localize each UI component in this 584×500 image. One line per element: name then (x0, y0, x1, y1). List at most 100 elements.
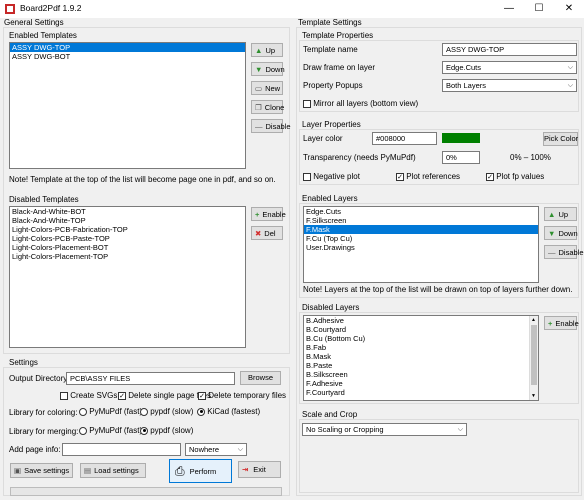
template-disable-button[interactable]: — Disable (251, 119, 291, 133)
checkbox-checked-icon: ✓ (486, 172, 494, 181)
radio-selected-icon (197, 407, 205, 416)
output-directory-input[interactable]: PCB\ASSY FILES (66, 372, 235, 385)
pick-color-button[interactable]: Pick Color (543, 132, 578, 146)
list-item[interactable]: ASSY DWG-TOP (10, 43, 245, 52)
coloring-pypdf-radio[interactable]: pypdf (slow) (140, 407, 193, 416)
list-item[interactable]: F.Adhesive (304, 379, 538, 388)
list-item[interactable]: ASSY DWG-BOT (10, 52, 245, 61)
radio-icon (79, 407, 87, 416)
scale-crop-select[interactable]: No Scaling or Cropping ⌵ (302, 423, 467, 436)
property-popups-select[interactable]: Both Layers ⌵ (442, 79, 577, 92)
disabled-layers-title: Disabled Layers (302, 303, 360, 312)
list-item[interactable]: B.Courtyard (304, 325, 538, 334)
browse-button[interactable]: Browse (240, 371, 281, 385)
radio-selected-icon (140, 426, 148, 435)
list-item[interactable]: B.Fab (304, 343, 538, 352)
enabled-layers-list[interactable]: Edge.Cuts F.Silkscreen F.Mask F.Cu (Top … (303, 206, 539, 283)
mirror-layers-checkbox[interactable]: Mirror all layers (bottom view) (303, 99, 418, 108)
disabled-templates-list[interactable]: Black-And-White-BOT Black-And-White-TOP … (9, 206, 246, 348)
title-bar: Board2Pdf 1.9.2 — ☐ ✕ (0, 0, 584, 18)
negative-plot-checkbox[interactable]: Negative plot (303, 172, 360, 181)
disabled-layers-list[interactable]: B.Adhesive B.Courtyard B.Cu (Bottom Cu) … (303, 315, 539, 401)
scrollbar-thumb[interactable] (531, 325, 537, 385)
new-icon: ▭ (255, 83, 263, 93)
layer-up-button[interactable]: ▲ Up (544, 207, 577, 221)
delete-temp-checkbox[interactable]: ✓ Delete temporary files (198, 391, 286, 400)
coloring-kicad-radio[interactable]: KiCad (fastest) (197, 407, 260, 416)
layer-order-note: Note! Layers at the top of the list will… (303, 285, 573, 294)
checkbox-icon (303, 172, 311, 181)
list-item[interactable]: Black-And-White-TOP (10, 216, 245, 225)
page-info-label: Add page info: (9, 445, 61, 454)
minimize-icon[interactable]: — (494, 0, 524, 18)
template-delete-button[interactable]: ✖ Del (251, 226, 283, 240)
scroll-down-icon[interactable]: ▼ (531, 393, 536, 399)
list-item[interactable]: Light-Colors-Placement-TOP (10, 252, 245, 261)
list-item[interactable]: Edge.Cuts (304, 207, 538, 216)
list-item[interactable]: Black-And-White-BOT (10, 207, 245, 216)
coloring-pymupdf-radio[interactable]: PyMuPdf (fast) (79, 407, 142, 416)
load-settings-button[interactable]: ▤ Load settings (80, 463, 146, 478)
merging-pypdf-radio[interactable]: pypdf (slow) (140, 426, 193, 435)
enabled-templates-list[interactable]: ASSY DWG-TOP ASSY DWG-BOT (9, 42, 246, 169)
frame-layer-select[interactable]: Edge.Cuts ⌵ (442, 61, 577, 74)
list-item[interactable]: B.Cu (Bottom Cu) (304, 334, 538, 343)
plot-references-checkbox[interactable]: ✓ Plot references (396, 172, 460, 181)
create-svgs-checkbox[interactable]: Create SVGs (60, 391, 117, 400)
list-item[interactable]: B.Silkscreen (304, 370, 538, 379)
transparency-input[interactable]: 0% (442, 151, 480, 164)
list-item[interactable]: B.Paste (304, 361, 538, 370)
list-item[interactable]: Light-Colors-Placement-BOT (10, 243, 245, 252)
perform-button[interactable]: ⎙ Perform (169, 459, 232, 483)
transparency-range: 0% – 100% (510, 153, 551, 162)
list-item[interactable]: F.Courtyard (304, 388, 538, 397)
checkbox-checked-icon: ✓ (198, 391, 206, 400)
page-info-position-select[interactable]: Nowhere ⌵ (185, 443, 247, 456)
list-item[interactable]: F.Mask (304, 225, 538, 234)
checkbox-checked-icon: ✓ (118, 391, 126, 400)
settings-title: Settings (9, 358, 38, 367)
list-item[interactable]: Light-Colors-PCB-Fabrication-TOP (10, 225, 245, 234)
up-arrow-icon: ▲ (548, 209, 556, 219)
down-arrow-icon: ▼ (255, 64, 263, 74)
template-up-button[interactable]: ▲ Up (251, 43, 283, 57)
chevron-down-icon: ⌵ (457, 426, 463, 433)
chevron-down-icon: ⌵ (567, 82, 573, 89)
window-title: Board2Pdf 1.9.2 (20, 3, 82, 13)
exit-button[interactable]: ⇥ Exit (238, 461, 281, 478)
checkbox-icon (303, 99, 311, 108)
layer-disable-button[interactable]: — Disable (544, 245, 584, 259)
layer-down-button[interactable]: ▼ Down (544, 226, 578, 240)
app-icon (5, 4, 15, 14)
template-clone-button[interactable]: ❐ Clone (251, 100, 284, 114)
list-item[interactable]: User.Drawings (304, 243, 538, 252)
page-info-input[interactable] (62, 443, 181, 456)
checkbox-icon (60, 391, 68, 400)
layer-enable-button[interactable]: + Enable (544, 316, 579, 330)
scale-crop-title: Scale and Crop (302, 410, 358, 419)
delete-single-checkbox[interactable]: ✓ Delete single page files (118, 391, 211, 400)
plot-fp-values-checkbox[interactable]: ✓ Plot fp values (486, 172, 544, 181)
template-enable-button[interactable]: + Enable (251, 207, 286, 221)
maximize-icon[interactable]: ☐ (524, 0, 554, 18)
template-name-label: Template name (303, 45, 358, 54)
list-item[interactable]: Light-Colors-PCB-Paste-TOP (10, 234, 245, 243)
merging-pymupdf-radio[interactable]: PyMuPdf (fast) (79, 426, 142, 435)
close-icon[interactable]: ✕ (554, 0, 584, 18)
plus-icon: + (548, 318, 553, 328)
list-item[interactable]: B.Mask (304, 352, 538, 361)
template-name-input[interactable]: ASSY DWG-TOP (442, 43, 577, 56)
list-item[interactable]: F.Silkscreen (304, 216, 538, 225)
template-new-button[interactable]: ▭ New (251, 81, 283, 95)
list-item[interactable]: B.Adhesive (304, 316, 538, 325)
template-down-button[interactable]: ▼ Down (251, 62, 285, 76)
list-item[interactable]: F.Cu (Top Cu) (304, 234, 538, 243)
layer-color-input[interactable]: #008000 (372, 132, 437, 145)
layer-properties-title: Layer Properties (302, 120, 361, 129)
disabled-layers-scrollbar[interactable]: ▲ ▼ (529, 316, 538, 400)
save-settings-button[interactable]: ▣ Save settings (10, 463, 73, 478)
transparency-label: Transparency (needs PyMuPdf) (303, 153, 416, 162)
scroll-up-icon[interactable]: ▲ (531, 317, 536, 323)
down-arrow-icon: ▼ (548, 228, 556, 238)
printer-icon: ⎙ (175, 463, 185, 478)
